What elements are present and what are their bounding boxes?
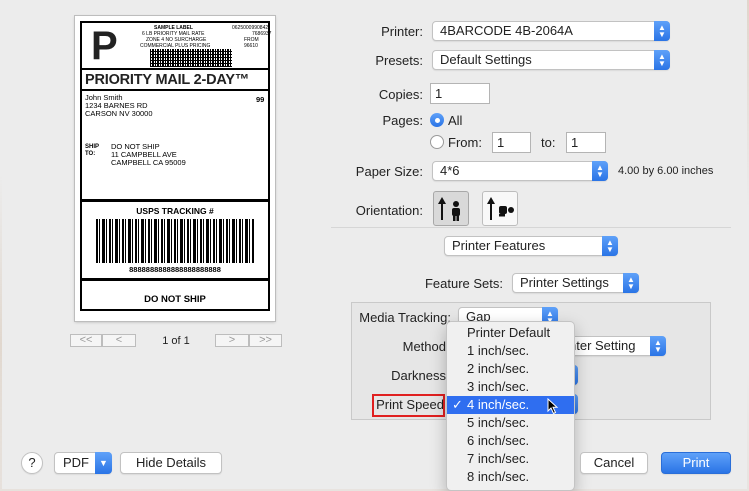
printer-value: 4BARCODE 4B-2064A	[440, 23, 573, 38]
pages-to-field[interactable]: 1	[566, 132, 606, 153]
pages-label: Pages:	[382, 113, 423, 128]
pages-from-radio[interactable]	[430, 135, 444, 149]
label-preview: P SAMPLE LABEL 6 LB PRIORITY MAIL RATE Z…	[75, 16, 275, 321]
pdf-menu-button[interactable]: PDF ▼	[54, 452, 112, 474]
mouse-cursor-icon	[547, 398, 559, 415]
media-tracking-label: Media Tracking:	[359, 310, 451, 325]
orientation-label: Orientation:	[355, 203, 423, 218]
checkmark-icon: ✓	[452, 397, 463, 412]
paper-size-description: 4.00 by 6.00 inches	[618, 165, 714, 177]
menu-item-8-inch[interactable]: 8 inch/sec.	[447, 468, 574, 486]
feature-sets-label: Feature Sets:	[424, 276, 503, 291]
landscape-button[interactable]	[482, 191, 518, 226]
chevron-down-icon: ▼	[95, 452, 112, 474]
pages-all-label: All	[448, 113, 463, 128]
section-value: Printer Features	[452, 238, 546, 253]
menu-item-6-inch[interactable]: 6 inch/sec.	[447, 432, 574, 450]
divider	[82, 89, 268, 91]
2d-barcode	[150, 49, 232, 67]
highlight-box	[372, 394, 445, 417]
tracking-barcode	[96, 219, 254, 263]
last-page-button[interactable]: >>	[249, 334, 282, 347]
paper-size-popup[interactable]: 4*6 ▲ ▼	[432, 161, 608, 181]
weight-code: 99	[256, 95, 265, 104]
method-label: Method	[402, 339, 446, 354]
hide-details-button[interactable]: Hide Details	[120, 452, 222, 474]
copies-field[interactable]: 1	[430, 83, 490, 104]
menu-item-3-inch[interactable]: 3 inch/sec.	[447, 378, 574, 396]
printer-label: Printer:	[381, 24, 423, 39]
section-popup[interactable]: Printer Features ▲ ▼	[444, 236, 618, 256]
next-page-button[interactable]: >	[215, 334, 249, 347]
chevron-updown-icon: ▲▼	[623, 273, 639, 293]
help-button[interactable]: ?	[21, 452, 43, 474]
divider	[82, 278, 268, 281]
divider	[82, 199, 268, 202]
chevron-updown-icon: ▲▼	[592, 161, 608, 181]
presets-label: Presets:	[375, 53, 423, 68]
menu-item-label: 4 inch/sec.	[467, 397, 530, 412]
pages-to-label: to:	[541, 135, 556, 150]
darkness-label: Darkness	[391, 368, 446, 383]
page-indicator: 1 of 1	[162, 335, 190, 347]
pages-all-radio[interactable]	[430, 113, 444, 127]
pages-from-label: From:	[448, 135, 482, 150]
printer-popup[interactable]: 4BARCODE 4B-2064A ▲ ▼	[432, 21, 670, 41]
print-button[interactable]: Print	[661, 452, 731, 474]
portrait-icon	[438, 197, 460, 221]
chevron-updown-icon: ▲▼	[654, 50, 670, 70]
first-page-button[interactable]: <<	[70, 334, 102, 347]
menu-item-1-inch[interactable]: 1 inch/sec.	[447, 342, 574, 360]
tracking-number: 8888888888888888888888	[129, 265, 221, 274]
footer-text: DO NOT SHIP	[144, 294, 206, 305]
tracking-label: USPS TRACKING #	[136, 206, 214, 216]
presets-popup[interactable]: Default Settings ▲ ▼	[432, 50, 670, 70]
divider	[82, 68, 268, 70]
from-city: CARSON NV 30000	[85, 109, 153, 118]
cancel-button[interactable]: Cancel	[580, 452, 648, 474]
menu-item-5-inch[interactable]: 5 inch/sec.	[447, 414, 574, 432]
chevron-updown-icon: ▲▼	[650, 336, 666, 356]
label-frame: P SAMPLE LABEL 6 LB PRIORITY MAIL RATE Z…	[80, 21, 271, 311]
landscape-icon	[487, 197, 514, 220]
menu-item-printer-default[interactable]: Printer Default	[447, 324, 574, 342]
priority-p-icon: P	[91, 24, 118, 68]
paper-size-value: 4*6	[440, 163, 460, 178]
paper-size-label: Paper Size:	[355, 164, 423, 179]
print-speed-menu: Printer Default 1 inch/sec. 2 inch/sec. …	[446, 321, 575, 491]
chevron-updown-icon: ▲▼	[602, 236, 618, 256]
copies-label: Copies:	[378, 87, 423, 102]
menu-item-2-inch[interactable]: 2 inch/sec.	[447, 360, 574, 378]
menu-item-4-inch[interactable]: ✓ 4 inch/sec.	[447, 396, 574, 415]
pages-from-field[interactable]: 1	[492, 132, 531, 153]
service-title: PRIORITY MAIL 2-DAY™	[85, 72, 250, 88]
chevron-updown-icon: ▲▼	[654, 21, 670, 41]
ship-to-label: SHIP TO:	[85, 144, 100, 157]
portrait-button[interactable]	[433, 191, 469, 226]
to-line-3: CAMPBELL CA 95009	[111, 158, 186, 167]
pdf-label: PDF	[63, 455, 89, 470]
feature-sets-value: Printer Settings	[520, 275, 609, 290]
method-value: nter Setting	[569, 338, 636, 353]
menu-item-7-inch[interactable]: 7 inch/sec.	[447, 450, 574, 468]
presets-value: Default Settings	[440, 52, 532, 67]
separator	[331, 227, 731, 228]
prev-page-button[interactable]: <	[102, 334, 136, 347]
code-line-3: FROM 96610	[244, 37, 259, 49]
feature-sets-popup[interactable]: Printer Settings ▲ ▼	[512, 273, 639, 293]
